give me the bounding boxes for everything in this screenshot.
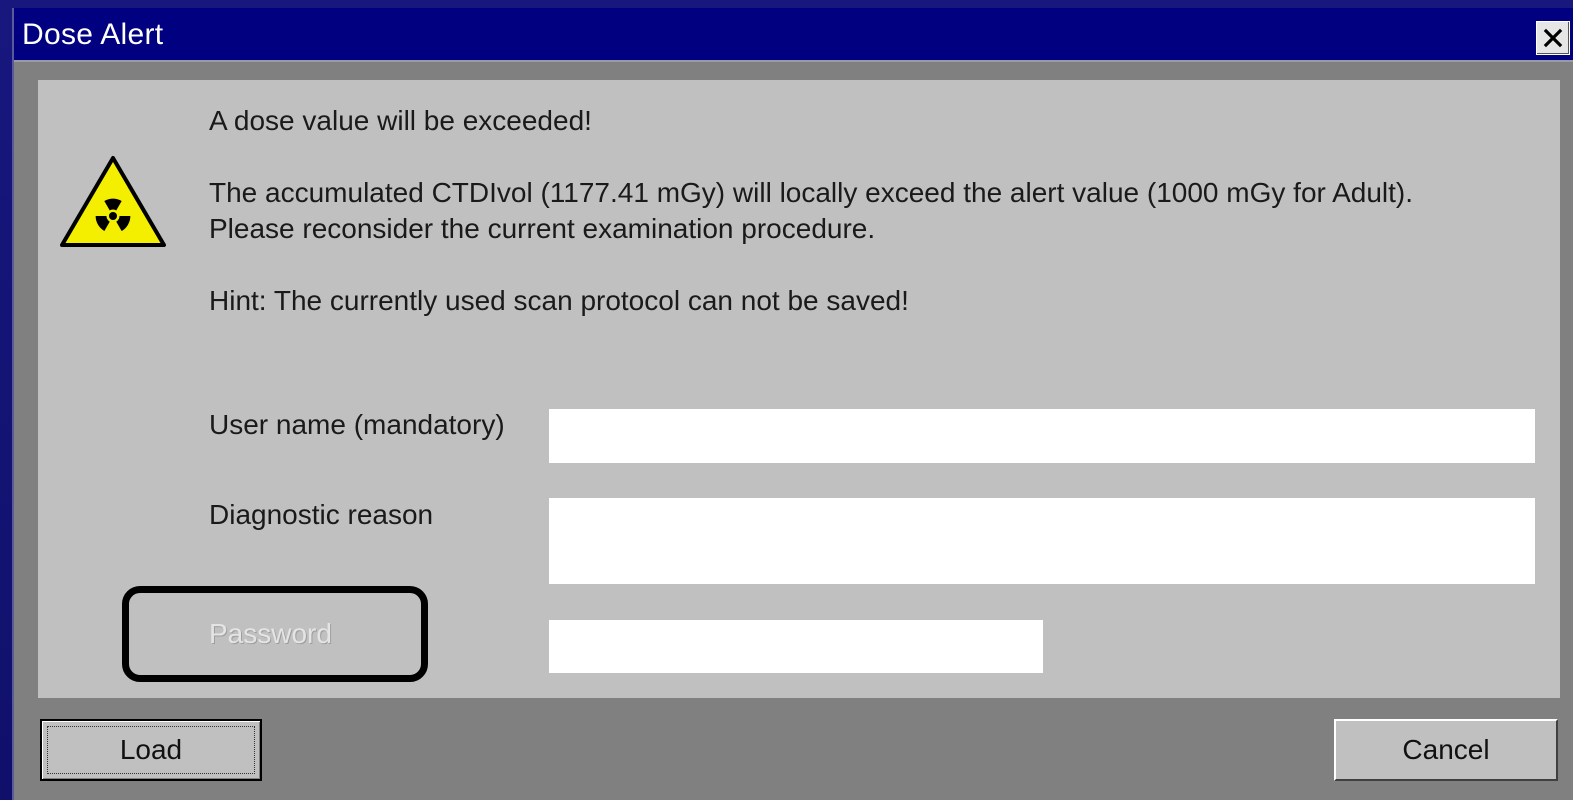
title-bar: Dose Alert (14, 8, 1573, 62)
alert-instruction-line: Please reconsider the current examinatio… (209, 213, 876, 244)
radiation-warning-icon (60, 156, 166, 247)
focus-indicator (47, 726, 255, 774)
close-icon (1543, 28, 1563, 48)
diagnostic-reason-field[interactable] (549, 498, 1535, 584)
password-highlight-annotation (122, 586, 428, 682)
dialog-content-panel: A dose value will be exceeded! The accum… (38, 80, 1560, 698)
diagnostic-reason-label: Diagnostic reason (209, 499, 434, 530)
username-label: User name (mandatory) (209, 409, 505, 440)
alert-hint: Hint: The currently used scan protocol c… (209, 285, 909, 316)
alert-heading: A dose value will be exceeded! (209, 105, 592, 136)
dose-alert-dialog: Dose Alert A dose value will be exceeded… (12, 8, 1573, 800)
username-field[interactable] (549, 409, 1535, 463)
window-title: Dose Alert (22, 18, 164, 51)
load-button[interactable]: Load (40, 719, 262, 781)
cancel-button[interactable]: Cancel (1334, 719, 1558, 781)
alert-detail-line: The accumulated CTDIvol (1177.41 mGy) wi… (209, 177, 1413, 208)
desktop-background: Dose Alert A dose value will be exceeded… (0, 0, 1573, 800)
password-field (549, 620, 1043, 673)
cancel-button-label: Cancel (1402, 734, 1490, 765)
close-button[interactable] (1536, 21, 1570, 55)
